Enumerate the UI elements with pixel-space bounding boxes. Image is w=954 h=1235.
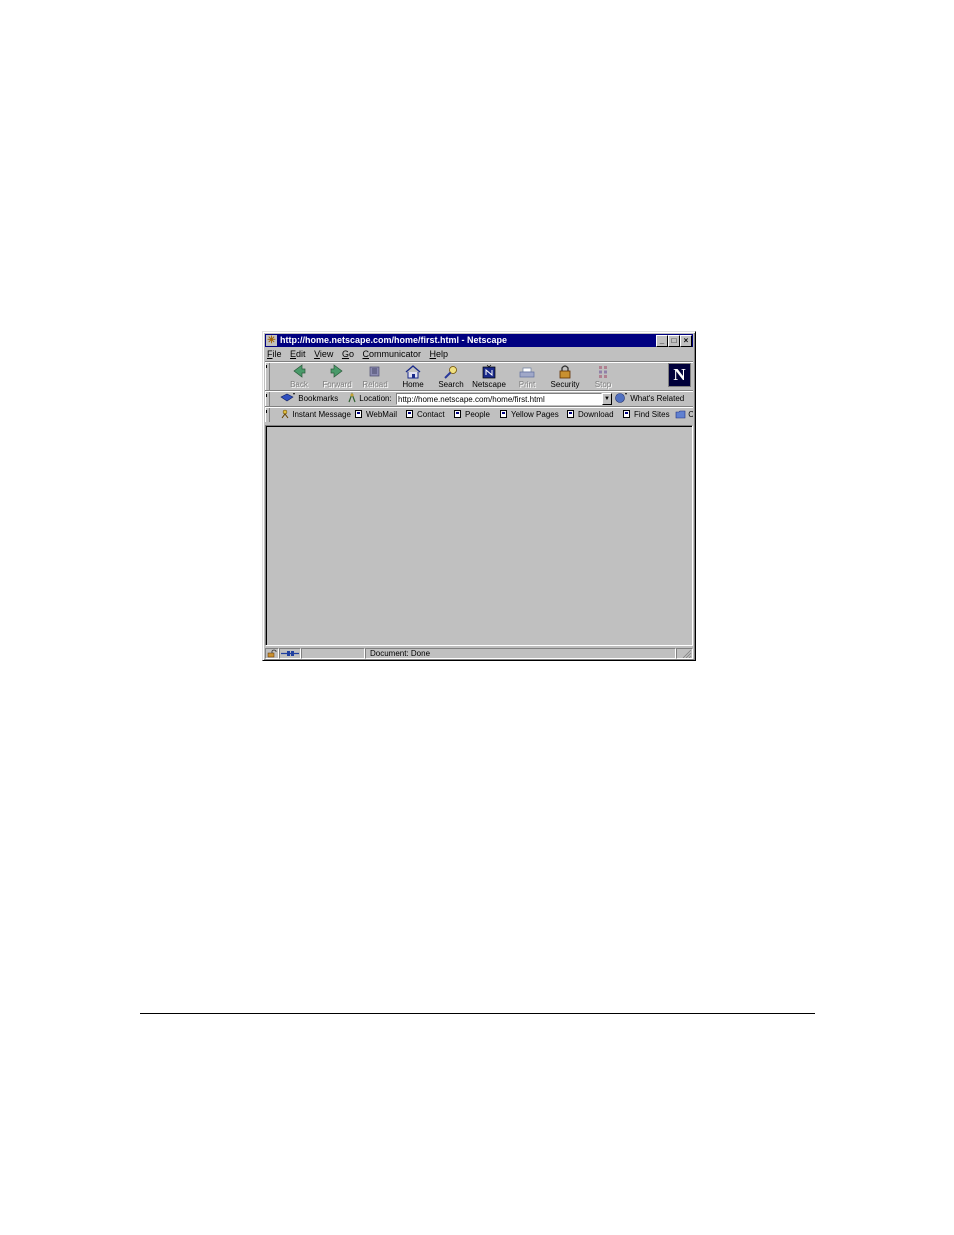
back-button[interactable]: Back xyxy=(280,363,318,390)
bookmark-icon xyxy=(406,410,413,418)
print-button[interactable]: Print xyxy=(508,363,546,390)
bookmark-icon xyxy=(567,410,574,418)
minimize-button[interactable]: _ xyxy=(656,335,668,347)
reload-button[interactable]: Reload xyxy=(356,363,394,390)
status-text-panel: Document: Done xyxy=(365,648,676,659)
forward-arrow-icon xyxy=(330,364,343,378)
bookmark-icon xyxy=(355,410,362,418)
progress-bar xyxy=(301,648,365,659)
padlock-open-icon xyxy=(267,649,277,658)
reload-icon xyxy=(369,366,380,377)
instant-message-button[interactable]: Instant Message xyxy=(280,408,351,422)
netscape-app-icon[interactable]: ✳ xyxy=(266,335,277,346)
whats-related-button[interactable]: What's Related xyxy=(614,392,684,406)
folder-icon xyxy=(675,410,686,419)
menu-go[interactable]: Go xyxy=(342,349,354,359)
bookmark-icon xyxy=(623,410,630,418)
instant-message-icon xyxy=(281,409,289,419)
close-icon: × xyxy=(683,336,689,345)
netscape-button[interactable]: Netscape xyxy=(470,363,508,390)
menu-view[interactable]: View xyxy=(314,349,333,359)
contact-button[interactable]: Contact xyxy=(406,408,445,422)
location-icon xyxy=(348,392,356,403)
find-sites-button[interactable]: Find Sites xyxy=(623,408,670,422)
netscape-logo[interactable]: N xyxy=(668,363,691,387)
download-button[interactable]: Download xyxy=(567,408,614,422)
bookmarks-icon xyxy=(280,393,295,402)
location-toolbar-grip[interactable] xyxy=(265,392,270,406)
home-icon xyxy=(405,365,421,379)
connection-plug-icon xyxy=(281,651,299,656)
page-content-area[interactable] xyxy=(265,425,693,646)
personal-toolbar-grip[interactable] xyxy=(265,408,270,422)
search-icon xyxy=(444,366,457,379)
location-toolbar: Bookmarks Location: ▼ What's Related xyxy=(275,392,691,406)
resize-grip-icon xyxy=(682,649,692,658)
window-title: http://home.netscape.com/home/first.html… xyxy=(280,335,508,345)
menu-file[interactable]: File xyxy=(267,349,282,359)
connection-indicator[interactable] xyxy=(279,648,301,659)
bookmark-icon xyxy=(454,410,461,418)
minimize-icon: _ xyxy=(659,336,665,345)
maximize-button[interactable]: □ xyxy=(668,335,680,347)
home-button[interactable]: Home xyxy=(394,363,432,390)
menu-communicator[interactable]: Communicator xyxy=(363,349,422,359)
resize-grip[interactable] xyxy=(676,648,693,659)
stop-icon xyxy=(599,366,607,378)
whats-related-icon xyxy=(615,393,627,403)
back-arrow-icon xyxy=(293,364,306,378)
status-bar: Document: Done xyxy=(265,648,693,659)
bookmark-icon xyxy=(500,410,507,418)
menu-bar: File Edit View Go Communicator Help xyxy=(267,348,454,361)
title-bar[interactable]: ✳ http://home.netscape.com/home/first.ht… xyxy=(265,334,693,347)
yellow-pages-button[interactable]: Yellow Pages xyxy=(500,408,559,422)
navigation-toolbar-grip[interactable] xyxy=(265,363,270,390)
netscape-icon xyxy=(482,364,496,379)
menu-help[interactable]: Help xyxy=(430,349,449,359)
location-label: Location: xyxy=(347,392,392,406)
forward-button[interactable]: Forward xyxy=(318,363,356,390)
maximize-icon: □ xyxy=(671,336,677,345)
menu-edit[interactable]: Edit xyxy=(290,349,306,359)
webmail-button[interactable]: WebMail xyxy=(355,408,397,422)
security-button[interactable]: Security xyxy=(546,363,584,390)
people-button[interactable]: People xyxy=(454,408,490,422)
page-divider-line xyxy=(140,1013,815,1014)
padlock-icon xyxy=(559,365,571,379)
location-dropdown-button[interactable]: ▼ xyxy=(602,393,612,405)
security-indicator[interactable] xyxy=(265,648,279,659)
browser-window: ✳ http://home.netscape.com/home/first.ht… xyxy=(262,331,696,661)
channels-button[interactable]: C xyxy=(675,408,693,422)
printer-icon xyxy=(519,367,535,378)
search-button[interactable]: Search xyxy=(432,363,470,390)
location-input[interactable] xyxy=(396,393,602,405)
status-text: Document: Done xyxy=(370,649,431,658)
stop-button[interactable]: Stop xyxy=(584,363,622,390)
bookmarks-button[interactable]: Bookmarks xyxy=(280,392,338,406)
close-button[interactable]: × xyxy=(680,335,692,347)
personal-toolbar: Instant Message WebMail Contact People Y… xyxy=(275,408,693,422)
chevron-down-icon: ▼ xyxy=(604,396,610,402)
